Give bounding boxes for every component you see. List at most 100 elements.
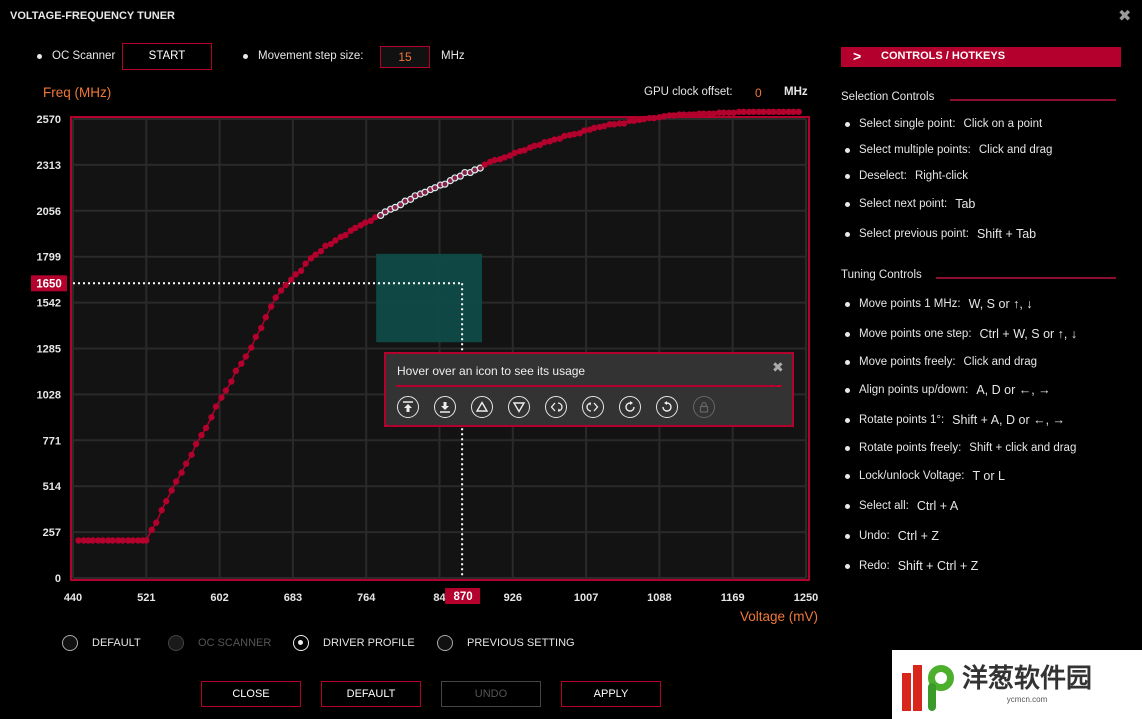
- vf-point[interactable]: [218, 394, 225, 401]
- vf-point[interactable]: [208, 414, 215, 421]
- vf-point[interactable]: [491, 156, 498, 164]
- vf-point[interactable]: [258, 324, 265, 332]
- vf-point[interactable]: [242, 353, 250, 360]
- vf-point[interactable]: [292, 271, 299, 278]
- vf-point[interactable]: [610, 121, 618, 128]
- tuning-control-hotkey: A, D or ←, →: [976, 383, 1051, 397]
- x-tick-label: 440: [64, 592, 82, 604]
- vf-point[interactable]: [571, 130, 578, 138]
- rotate-left-1deg-icon[interactable]: [545, 396, 567, 418]
- vf-point[interactable]: [153, 519, 160, 526]
- window-close-icon[interactable]: ✖: [1118, 6, 1131, 26]
- selection-control-item: Select multiple points: Click and drag: [845, 144, 1052, 156]
- vf-point[interactable]: [670, 112, 678, 119]
- vf-point[interactable]: [362, 219, 369, 226]
- vf-point[interactable]: [352, 224, 359, 232]
- vf-point[interactable]: [202, 424, 210, 432]
- vf-point[interactable]: [650, 114, 658, 122]
- rotate-counterclockwise-icon[interactable]: [656, 396, 678, 418]
- vf-point[interactable]: [561, 132, 568, 140]
- vf-point[interactable]: [297, 267, 305, 275]
- vf-point[interactable]: [248, 344, 255, 351]
- vf-point[interactable]: [332, 237, 339, 244]
- vf-point[interactable]: [501, 154, 508, 161]
- vf-point[interactable]: [312, 251, 319, 258]
- vf-point[interactable]: [228, 378, 235, 385]
- vf-point[interactable]: [212, 403, 220, 410]
- move-up-icon[interactable]: [471, 396, 493, 418]
- rotate-right-1deg-icon[interactable]: [582, 396, 604, 418]
- vf-point[interactable]: [282, 281, 289, 289]
- vf-point[interactable]: [640, 115, 648, 123]
- vf-point[interactable]: [143, 537, 150, 544]
- vf-point[interactable]: [287, 276, 295, 283]
- vf-point[interactable]: [302, 260, 309, 267]
- vf-point[interactable]: [710, 110, 717, 117]
- vf-point[interactable]: [188, 451, 195, 458]
- vf-point[interactable]: [591, 124, 598, 132]
- default-button[interactable]: DEFAULT: [321, 681, 421, 707]
- selection-controls-title: Selection Controls: [841, 91, 935, 103]
- apply-button[interactable]: APPLY: [561, 681, 661, 707]
- align-bottom-icon[interactable]: [434, 396, 456, 418]
- vf-point[interactable]: [178, 469, 185, 476]
- close-button[interactable]: CLOSE: [201, 681, 301, 707]
- radio-previous-setting[interactable]: PREVIOUS SETTING: [437, 635, 575, 651]
- popup-close-icon[interactable]: ✖: [772, 359, 784, 376]
- vf-point[interactable]: [600, 122, 608, 130]
- vf-point[interactable]: [192, 440, 200, 448]
- radio-circle: [437, 635, 453, 651]
- vf-point[interactable]: [317, 247, 325, 255]
- tuning-control-label: Undo:: [859, 530, 890, 542]
- vf-point[interactable]: [481, 161, 488, 168]
- y-tick-label: 0: [55, 573, 61, 585]
- vf-point[interactable]: [690, 111, 697, 118]
- vf-point[interactable]: [277, 287, 285, 294]
- vf-point[interactable]: [252, 333, 259, 341]
- vf-point[interactable]: [272, 294, 279, 301]
- vf-point[interactable]: [730, 109, 737, 116]
- vf-point[interactable]: [581, 127, 588, 134]
- vf-point[interactable]: [238, 360, 245, 367]
- vf-point[interactable]: [232, 367, 240, 375]
- tuning-control-label: Align points up/down:: [859, 384, 969, 396]
- vf-point[interactable]: [795, 108, 802, 116]
- vf-point[interactable]: [511, 149, 518, 157]
- move-down-icon[interactable]: [508, 396, 530, 418]
- tuning-control-item: Undo: Ctrl + Z: [845, 529, 939, 543]
- vf-point[interactable]: [172, 478, 180, 485]
- vf-point[interactable]: [551, 136, 558, 143]
- vf-point[interactable]: [521, 147, 528, 154]
- vf-point[interactable]: [630, 117, 638, 124]
- vf-point[interactable]: [620, 120, 628, 127]
- vf-point[interactable]: [531, 142, 538, 149]
- vf-point[interactable]: [163, 498, 170, 505]
- vf-point[interactable]: [222, 387, 230, 394]
- radio-default[interactable]: DEFAULT: [62, 635, 141, 651]
- vf-point[interactable]: [660, 113, 668, 120]
- vf-point[interactable]: [148, 526, 155, 533]
- vf-point[interactable]: [198, 431, 205, 439]
- vf-point-selected[interactable]: [441, 180, 449, 188]
- vf-point[interactable]: [342, 231, 349, 239]
- vf-curve-chart[interactable]: 2570231320561799154212851028771514257044…: [0, 0, 830, 620]
- bullet-icon: [845, 331, 850, 337]
- y-tick-label: 1285: [37, 344, 61, 356]
- selection-control-hotkey: Tab: [955, 197, 976, 211]
- radio-driver-profile[interactable]: DRIVER PROFILE: [293, 635, 415, 651]
- vf-point[interactable]: [182, 460, 190, 467]
- tuning-control-label: Lock/unlock Voltage:: [859, 470, 965, 482]
- controls-hotkeys-header[interactable]: > CONTROLS / HOTKEYS: [841, 47, 1121, 67]
- vf-point[interactable]: [267, 303, 275, 310]
- rotate-clockwise-icon[interactable]: [619, 396, 641, 418]
- x-tick-label: 84: [433, 592, 446, 604]
- vf-point[interactable]: [322, 242, 329, 250]
- vf-point[interactable]: [158, 506, 165, 514]
- vf-point[interactable]: [541, 139, 548, 146]
- align-top-icon[interactable]: [397, 396, 419, 418]
- radio-label: PREVIOUS SETTING: [467, 637, 575, 649]
- x-tick-label: 1169: [721, 592, 745, 604]
- vf-point[interactable]: [262, 314, 269, 321]
- tuning-control-item: Move points freely: Click and drag: [845, 356, 1037, 368]
- vf-point[interactable]: [168, 487, 175, 494]
